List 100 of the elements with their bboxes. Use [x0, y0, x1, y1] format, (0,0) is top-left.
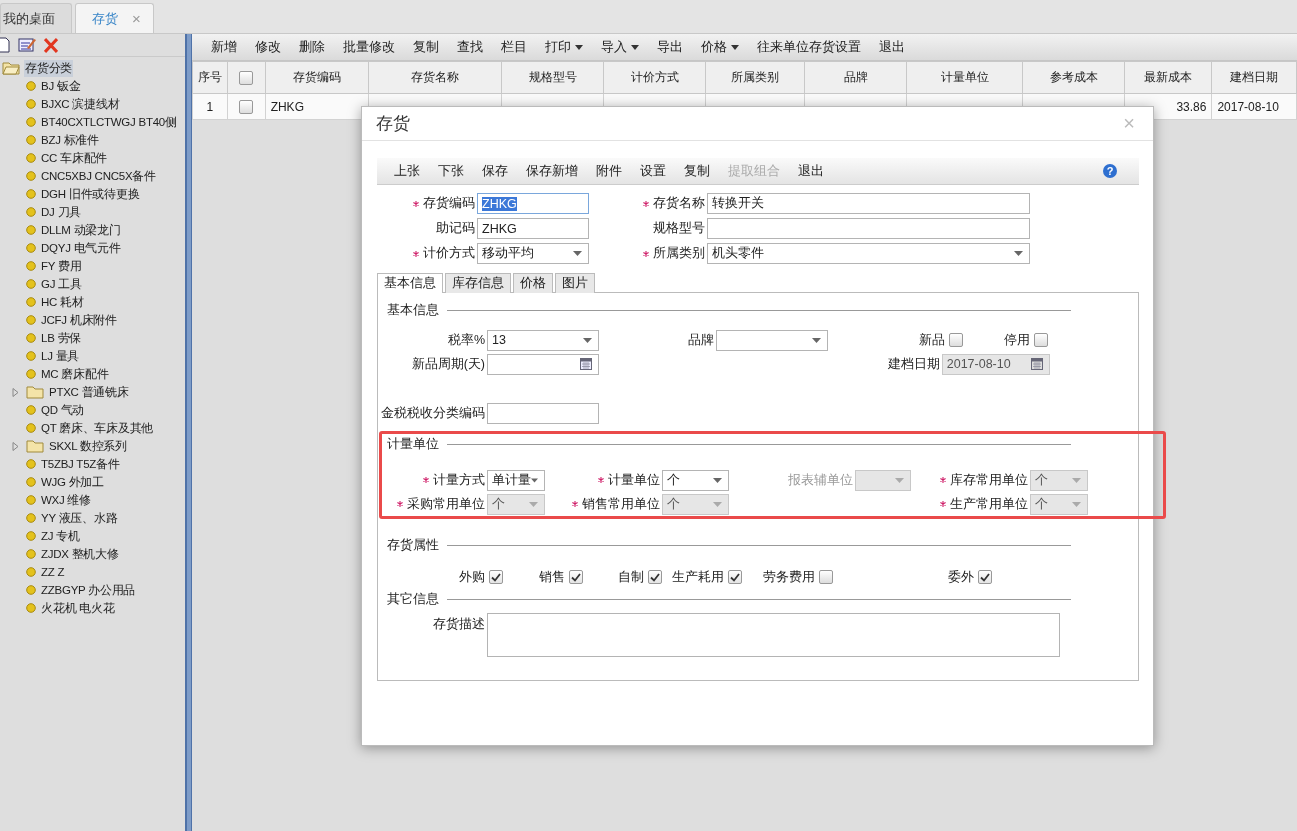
tree-item[interactable]: T5ZBJ T5Z备件: [40, 455, 121, 473]
form-tab[interactable]: 价格: [513, 273, 553, 293]
edit-icon[interactable]: [18, 37, 36, 53]
toolbar-button[interactable]: 退出: [870, 38, 914, 56]
help-button[interactable]: ?: [1103, 164, 1117, 178]
toolbar-button[interactable]: 复制: [404, 38, 448, 56]
dropdown-field[interactable]: 机头零件: [707, 243, 1030, 264]
checkbox[interactable]: [569, 570, 583, 584]
dropdown-field[interactable]: [716, 329, 828, 351]
checkbox[interactable]: [1034, 333, 1048, 347]
toolbar-button[interactable]: 删除: [290, 38, 334, 56]
tree-item[interactable]: ZJ 专机: [40, 527, 81, 545]
toolbar-button[interactable]: 退出: [789, 162, 833, 180]
toolbar-button[interactable]: 价格: [692, 38, 748, 56]
checkbox[interactable]: [819, 570, 833, 584]
delete-icon[interactable]: [44, 37, 58, 53]
bullet-icon: [26, 207, 36, 217]
expand-arrow-icon[interactable]: [12, 441, 20, 451]
caret-icon: [583, 337, 592, 343]
splitter-bar[interactable]: [185, 34, 192, 831]
toolbar-button[interactable]: 复制: [675, 162, 719, 180]
tree-item[interactable]: WXJ 维修: [40, 491, 92, 509]
tree-item[interactable]: PTXC 普通铣床: [48, 383, 130, 401]
tree-item[interactable]: CNC5XBJ CNC5X备件: [40, 167, 157, 185]
tree-item[interactable]: HC 耗材: [40, 293, 85, 311]
tree-item[interactable]: QD 气动: [40, 401, 86, 419]
checkbox[interactable]: [949, 333, 963, 347]
tree-item[interactable]: JCFJ 机床附件: [40, 311, 118, 329]
text-field[interactable]: ZHKG: [477, 193, 589, 214]
toolbar-button[interactable]: 查找: [448, 38, 492, 56]
tree-item[interactable]: GJ 工具: [40, 275, 83, 293]
tree-item[interactable]: YY 液压、水路: [40, 509, 119, 527]
tree-item[interactable]: DJ 刀具: [40, 203, 82, 221]
tree-item[interactable]: ZZBGYP 办公用品: [40, 581, 137, 599]
field-label: 规格型号: [653, 220, 705, 237]
tree-item[interactable]: WJG 外加工: [40, 473, 105, 491]
text-area[interactable]: [487, 613, 1060, 657]
toolbar-button[interactable]: 下张: [429, 162, 473, 180]
checkbox[interactable]: [728, 570, 742, 584]
toolbar-button[interactable]: 新增: [202, 38, 246, 56]
page-tab[interactable]: 我的桌面: [0, 3, 72, 33]
caret-icon: [731, 44, 739, 50]
bullet-icon: [26, 333, 36, 343]
checkbox[interactable]: [239, 99, 254, 114]
dropdown-field[interactable]: 个: [662, 469, 729, 491]
toolbar-button[interactable]: 保存新增: [517, 162, 587, 180]
toolbar-button[interactable]: 导入: [592, 38, 648, 56]
text-field[interactable]: 转换开关: [707, 193, 1030, 214]
toolbar-button[interactable]: 批量修改: [334, 38, 404, 56]
form-tab[interactable]: 基本信息: [377, 273, 443, 293]
calendar-icon[interactable]: [580, 358, 592, 370]
tree-item[interactable]: DLLM 动梁龙门: [40, 221, 122, 239]
tree-item[interactable]: BJ 钣金: [40, 77, 82, 95]
column-header: 品牌: [843, 70, 868, 84]
caret-icon: [1072, 501, 1081, 507]
form-tab[interactable]: 图片: [555, 273, 595, 293]
new-document-icon[interactable]: [0, 37, 10, 53]
tree-item[interactable]: QT 磨床、车床及其他: [40, 419, 155, 437]
tree-item[interactable]: DQYJ 电气元件: [40, 239, 122, 257]
dropdown-field[interactable]: 13: [487, 329, 599, 351]
tree-item[interactable]: ZZ Z: [40, 565, 66, 579]
toolbar-button[interactable]: 往来单位存货设置: [748, 38, 870, 56]
dropdown-field[interactable]: 单计量: [487, 469, 545, 491]
bullet-icon: [26, 405, 36, 415]
form-tab[interactable]: 库存信息: [445, 273, 511, 293]
tree-item[interactable]: BT40CXTLCTWGJ BT40侧: [40, 113, 178, 131]
tree-item[interactable]: LJ 量具: [40, 347, 81, 365]
checkbox[interactable]: [648, 570, 662, 584]
caret-icon: [713, 477, 722, 483]
dropdown-field[interactable]: 移动平均: [477, 243, 589, 264]
text-field[interactable]: ZHKG: [477, 218, 589, 239]
tree-item[interactable]: DGH 旧件或待更换: [40, 185, 141, 203]
checkbox[interactable]: [239, 70, 254, 85]
toolbar-button[interactable]: 打印: [536, 38, 592, 56]
toolbar-button[interactable]: 导出: [648, 38, 692, 56]
tree-item[interactable]: 火花机 电火花: [40, 599, 116, 617]
tree-item[interactable]: FY 费用: [40, 257, 83, 275]
checkbox[interactable]: [978, 570, 992, 584]
tree-item[interactable]: 存货分类: [24, 59, 73, 77]
field-label: 自制: [618, 568, 644, 586]
tree-item[interactable]: SKXL 数控系列: [48, 437, 128, 455]
toolbar-button[interactable]: 设置: [631, 162, 675, 180]
date-field[interactable]: [487, 353, 599, 375]
checkbox[interactable]: [489, 570, 503, 584]
page-tab[interactable]: 存货 ×: [75, 3, 154, 33]
text-field[interactable]: [487, 402, 599, 424]
tree-item[interactable]: BJXC 滨捷线材: [40, 95, 121, 113]
toolbar-button[interactable]: 保存: [473, 162, 517, 180]
tree-item[interactable]: ZJDX 整机大修: [40, 545, 120, 563]
toolbar-button[interactable]: 栏目: [492, 38, 536, 56]
tree-item[interactable]: BZJ 标准件: [40, 131, 100, 149]
tree-item[interactable]: MC 磨床配件: [40, 365, 110, 383]
toolbar-button[interactable]: 附件: [587, 162, 631, 180]
toolbar-button[interactable]: 上张: [385, 162, 429, 180]
toolbar-button[interactable]: 修改: [246, 38, 290, 56]
text-field[interactable]: [707, 218, 1030, 239]
tree-item[interactable]: LB 劳保: [40, 329, 82, 347]
tree-item[interactable]: CC 车床配件: [40, 149, 109, 167]
expand-arrow-icon[interactable]: [12, 387, 20, 397]
bullet-icon: [26, 495, 36, 505]
